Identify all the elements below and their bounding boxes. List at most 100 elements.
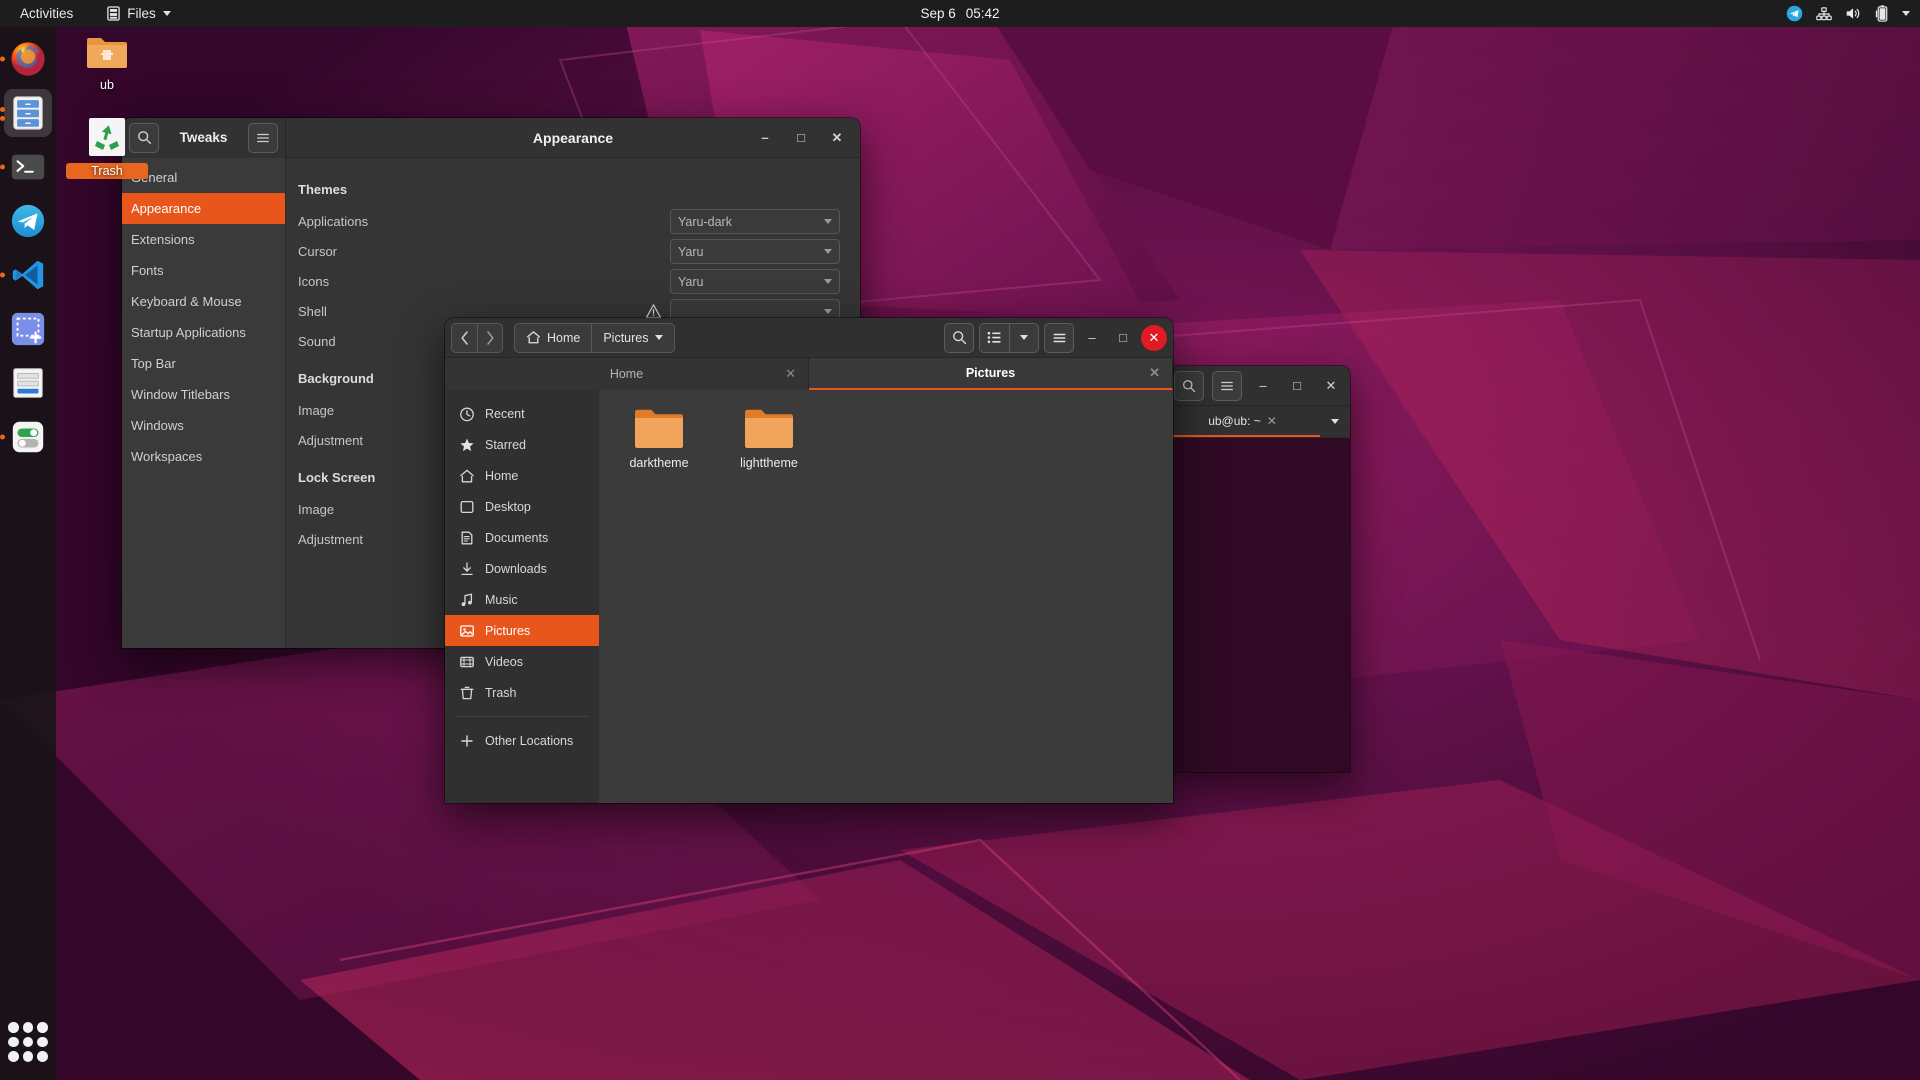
files-close-button[interactable]: ✕ bbox=[1141, 324, 1167, 351]
sidebar-item-top-bar[interactable]: Top Bar bbox=[122, 348, 285, 379]
chevron-down-icon bbox=[1020, 335, 1028, 340]
terminal-minimize-button[interactable]: – bbox=[1250, 373, 1276, 399]
breadcrumb-item-pictures[interactable]: Pictures bbox=[592, 322, 675, 353]
sidebar-item-appearance[interactable]: Appearance bbox=[122, 193, 285, 224]
show-applications-button[interactable] bbox=[8, 1022, 48, 1062]
chevron-down-icon bbox=[824, 249, 832, 254]
files-titlebar[interactable]: Home Pictures – □ ✕ bbox=[445, 318, 1173, 358]
sidebar-item-trash[interactable]: Trash bbox=[445, 677, 599, 708]
files-view-menu-button[interactable] bbox=[1009, 322, 1039, 353]
applications-theme-combo[interactable]: Yaru-dark bbox=[670, 209, 840, 234]
desktop-icon-trash[interactable]: Trash bbox=[66, 115, 148, 179]
desktop-icon-label: Trash bbox=[66, 163, 148, 179]
plus-icon bbox=[461, 734, 473, 747]
sidebar-item-videos[interactable]: Videos bbox=[445, 646, 599, 677]
terminal-titlebar[interactable]: – □ ✕ bbox=[1165, 366, 1350, 406]
tab-pictures[interactable]: Pictures ✕ bbox=[809, 358, 1173, 390]
back-button[interactable] bbox=[451, 322, 477, 353]
sidebar-item-fonts[interactable]: Fonts bbox=[122, 255, 285, 286]
sidebar-item-windows[interactable]: Windows bbox=[122, 410, 285, 441]
sidebar-divider bbox=[455, 716, 589, 717]
sidebar-item-desktop[interactable]: Desktop bbox=[445, 491, 599, 522]
files-minimize-button[interactable]: – bbox=[1079, 325, 1105, 351]
terminal-menu-button[interactable] bbox=[1212, 370, 1242, 401]
sidebar-item-label: Recent bbox=[485, 406, 525, 421]
battery-icon[interactable] bbox=[1875, 5, 1889, 22]
clock-time: 05:42 bbox=[965, 6, 1000, 21]
files-maximize-button[interactable]: □ bbox=[1110, 325, 1136, 351]
chevron-down-icon bbox=[824, 309, 832, 314]
dock-item-files[interactable] bbox=[0, 89, 52, 137]
file-grid: darktheme lighttheme bbox=[611, 406, 1161, 470]
dock-item-vscode[interactable] bbox=[0, 251, 52, 299]
app-menu-button[interactable]: Files bbox=[99, 3, 179, 24]
files-main-menu-button[interactable] bbox=[1044, 322, 1074, 353]
firefox-icon bbox=[11, 42, 45, 76]
dock-item-terminal[interactable] bbox=[0, 143, 52, 191]
dock-item-forms[interactable] bbox=[4, 359, 52, 407]
dock-item-screenshot[interactable] bbox=[4, 305, 52, 353]
network-icon[interactable] bbox=[1816, 6, 1832, 21]
terminal-search-button[interactable] bbox=[1174, 370, 1204, 401]
breadcrumb: Home Pictures bbox=[514, 322, 675, 353]
sidebar-item-keyboard-mouse[interactable]: Keyboard & Mouse bbox=[122, 286, 285, 317]
sidebar-item-label: Desktop bbox=[485, 499, 531, 514]
close-icon[interactable]: ✕ bbox=[1267, 414, 1277, 428]
sidebar-item-window-titlebars[interactable]: Window Titlebars bbox=[122, 379, 285, 410]
icons-theme-combo[interactable]: Yaru bbox=[670, 269, 840, 294]
terminal-tab[interactable]: ub@ub: ~ ✕ bbox=[1165, 406, 1320, 437]
close-icon[interactable]: ✕ bbox=[785, 366, 796, 382]
tweaks-page-title: Appearance bbox=[532, 129, 614, 146]
tweaks-close-button[interactable]: ✕ bbox=[824, 125, 850, 151]
file-item-darktheme[interactable]: darktheme bbox=[611, 406, 707, 470]
dock-item-firefox[interactable] bbox=[0, 35, 52, 83]
tweaks-sidebar: General Appearance Extensions Fonts Keyb… bbox=[122, 158, 286, 648]
terminal-tab-menu-button[interactable] bbox=[1320, 406, 1350, 437]
apps-dot bbox=[37, 1051, 48, 1062]
tweaks-minimize-button[interactable]: – bbox=[752, 125, 778, 151]
status-indicators[interactable] bbox=[1786, 5, 1910, 22]
activities-button[interactable]: Activities bbox=[12, 3, 81, 24]
option-label: Cursor bbox=[298, 244, 338, 259]
tweaks-maximize-button[interactable]: □ bbox=[788, 125, 814, 151]
files-content-area[interactable]: darktheme lighttheme bbox=[599, 390, 1173, 803]
desktop-icon-ub[interactable]: ub bbox=[66, 30, 148, 92]
files-view-list-button[interactable] bbox=[979, 322, 1009, 353]
sidebar-item-label: Trash bbox=[485, 685, 517, 700]
running-indicator bbox=[0, 107, 5, 113]
chevron-down-icon[interactable] bbox=[1902, 11, 1910, 16]
picture-icon bbox=[460, 624, 474, 637]
forward-button[interactable] bbox=[477, 322, 503, 353]
sidebar-item-recent[interactable]: Recent bbox=[445, 398, 599, 429]
sidebar-item-pictures[interactable]: Pictures bbox=[445, 615, 599, 646]
clock-button[interactable]: Sep 6 05:42 bbox=[920, 6, 999, 21]
files-search-button[interactable] bbox=[944, 322, 974, 353]
sidebar-item-downloads[interactable]: Downloads bbox=[445, 553, 599, 584]
tweaks-titlebar[interactable]: Tweaks Appearance – □ ✕ bbox=[122, 118, 860, 158]
dock-item-telegram[interactable] bbox=[4, 197, 52, 245]
sidebar-item-home[interactable]: Home bbox=[445, 460, 599, 491]
sidebar-item-music[interactable]: Music bbox=[445, 584, 599, 615]
dock-item-tweaks[interactable] bbox=[0, 413, 52, 461]
combo-value: Yaru-dark bbox=[678, 214, 732, 229]
option-label: Applications bbox=[298, 214, 369, 229]
file-item-lighttheme[interactable]: lighttheme bbox=[721, 406, 817, 470]
terminal-close-button[interactable]: ✕ bbox=[1318, 373, 1344, 399]
terminal-maximize-button[interactable]: □ bbox=[1284, 373, 1310, 399]
sidebar-item-documents[interactable]: Documents bbox=[445, 522, 599, 553]
sidebar-item-extensions[interactable]: Extensions bbox=[122, 224, 285, 255]
sidebar-item-workspaces[interactable]: Workspaces bbox=[122, 441, 285, 472]
cursor-theme-combo[interactable]: Yaru bbox=[670, 239, 840, 264]
close-icon[interactable]: ✕ bbox=[1149, 365, 1160, 381]
telegram-icon[interactable] bbox=[1786, 5, 1803, 22]
sidebar-item-starred[interactable]: Starred bbox=[445, 429, 599, 460]
tweaks-menu-button[interactable] bbox=[248, 122, 278, 153]
tab-home[interactable]: Home ✕ bbox=[445, 358, 809, 390]
sidebar-item-startup-applications[interactable]: Startup Applications bbox=[122, 317, 285, 348]
breadcrumb-item-home[interactable]: Home bbox=[514, 322, 593, 353]
terminal-screen[interactable] bbox=[1165, 438, 1350, 772]
apps-dot bbox=[22, 1022, 34, 1033]
sidebar-item-other-locations[interactable]: Other Locations bbox=[445, 725, 599, 756]
volume-icon[interactable] bbox=[1845, 6, 1862, 21]
sidebar-item-label: Videos bbox=[485, 654, 523, 669]
